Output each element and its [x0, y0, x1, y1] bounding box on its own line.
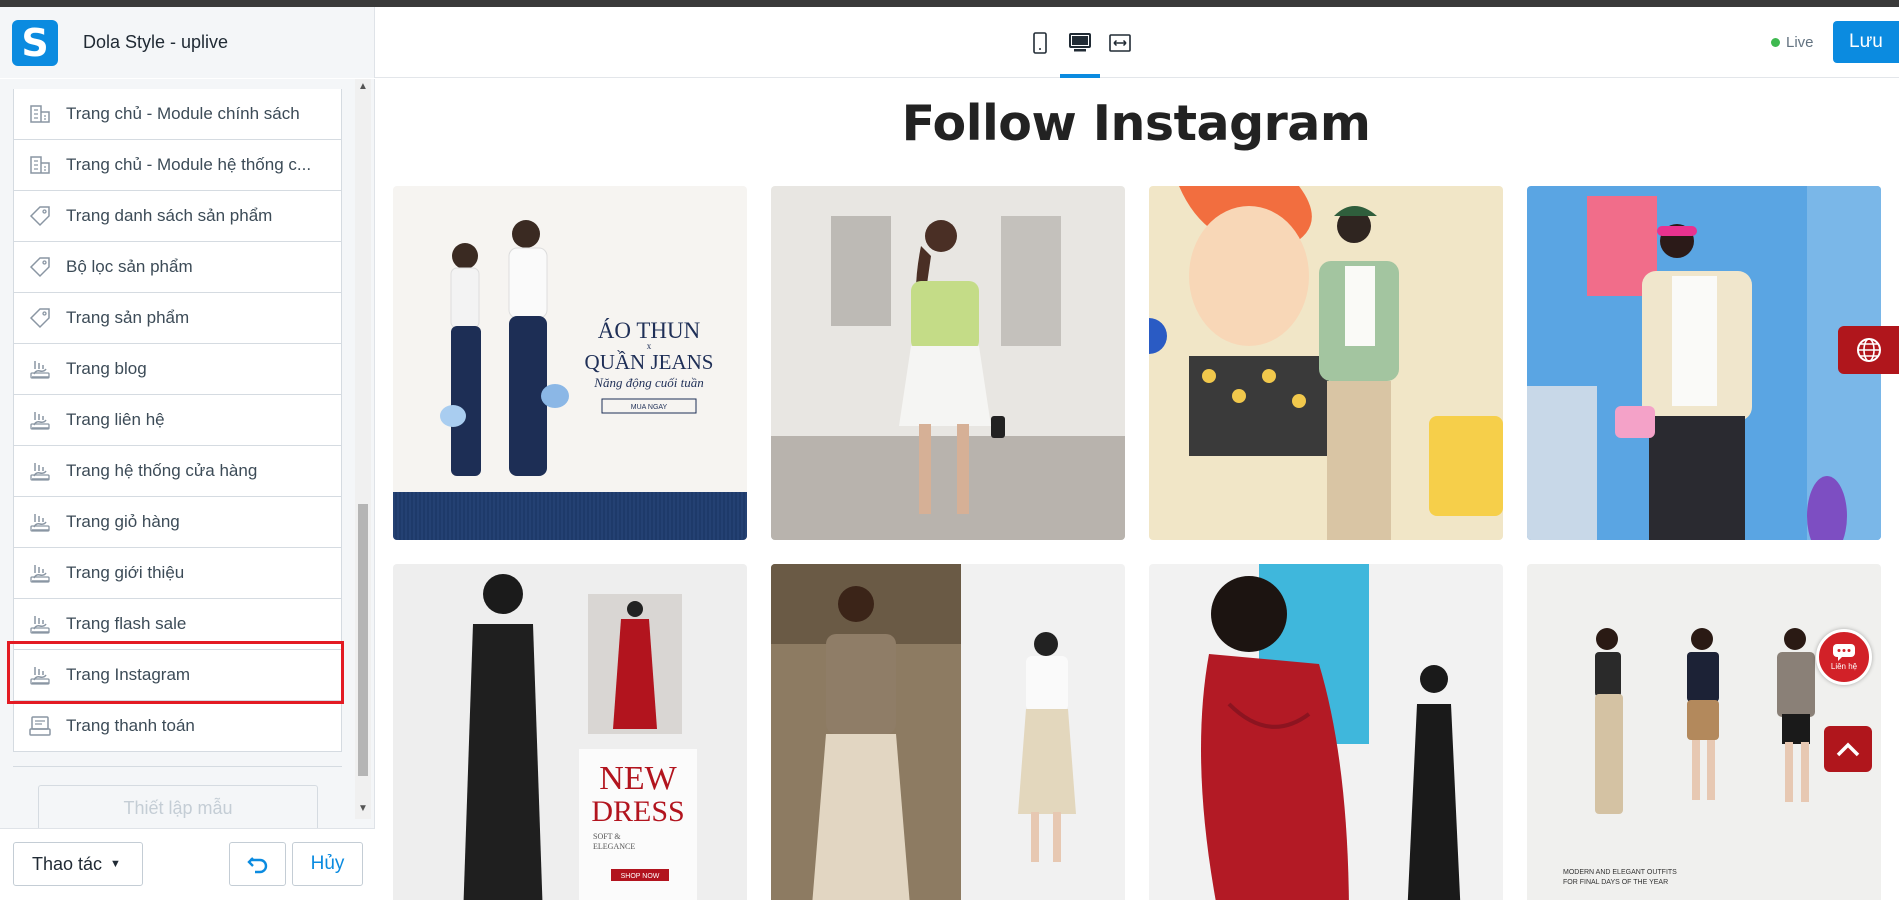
sidebar-item-1[interactable]: Trang chủ - Module chính sách [13, 89, 342, 140]
sidebar-item-10[interactable]: Trang giới thiệu [13, 548, 342, 599]
template-setup-button[interactable]: Thiết lập mẫu [38, 785, 318, 831]
instagram-image-4 [1527, 186, 1881, 540]
scroll-up-arrow-icon[interactable]: ▲ [355, 81, 371, 95]
instagram-post-4[interactable] [1527, 186, 1881, 540]
caret-down-icon: ▼ [110, 858, 121, 870]
app-logo[interactable]: S [12, 19, 58, 66]
banner-cta: MUA NGAY [631, 404, 668, 411]
save-button[interactable]: Lưu [1833, 21, 1899, 63]
sidebar-item-8[interactable]: Trang hệ thống cửa hàng [13, 446, 342, 497]
section-title: Follow Instagram [901, 95, 1371, 152]
fullwidth-view-button[interactable] [1100, 7, 1140, 78]
globe-icon [1856, 338, 1881, 362]
banner-line4: Năng động cuối tuần [593, 375, 703, 390]
contact-label: Liên hệ [1830, 662, 1858, 671]
sidebar-item-label: Trang chủ - Module chính sách [66, 104, 300, 123]
sidebar-item-7[interactable]: Trang liên hệ [13, 395, 342, 446]
undo-button[interactable] [229, 842, 286, 886]
chevron-up-icon [1836, 742, 1860, 757]
store-icon [28, 102, 52, 126]
back-to-top-button[interactable] [1824, 726, 1872, 772]
sidebar-item-4[interactable]: Bộ lọc sản phẩm [13, 242, 342, 293]
sidebar-item-2[interactable]: Trang chủ - Module hệ thống c... [13, 140, 342, 191]
sidebar-item-label: Trang giới thiệu [66, 563, 185, 582]
sidebar-item-label: Trang hệ thống cửa hàng [66, 461, 258, 480]
device-toggle [1020, 7, 1140, 78]
dress-line1: NEW [599, 760, 677, 797]
instagram-post-1[interactable]: ÁO THUN x QUẦN JEANS Năng động cuối tuần… [393, 186, 747, 540]
sidebar-item-label: Trang danh sách sản phẩm [66, 206, 273, 225]
page-icon [28, 612, 52, 636]
desktop-view-button[interactable] [1060, 7, 1100, 78]
outfit-caption-line1: MODERN AND ELEGANT OUTFITS [1563, 869, 1677, 876]
tag-icon [28, 306, 52, 330]
cancel-button[interactable]: Hủy [292, 842, 363, 886]
instagram-post-3[interactable] [1149, 186, 1503, 540]
selection-highlight [7, 641, 344, 704]
instagram-image-5: NEW DRESS SOFT & ELEGANCE SHOP NOW [393, 564, 747, 900]
mobile-view-button[interactable] [1020, 7, 1060, 78]
desktop-icon [1069, 32, 1091, 51]
actions-dropdown[interactable]: Thao tác ▼ [13, 842, 143, 886]
sidebar-item-5[interactable]: Trang sản phẩm [13, 293, 342, 344]
tag-icon [28, 204, 52, 228]
theme-preview: Follow Instagram ÁO THUN x QUẦN JEANS Nă… [376, 79, 1899, 900]
brand-area: S Dola Style - uplive [0, 7, 375, 78]
dress-line4: ELEGANCE [593, 842, 635, 851]
sidebar-item-label: Trang liên hệ [66, 410, 165, 429]
store-name: Dola Style - uplive [83, 32, 229, 52]
live-status: Live [1771, 34, 1814, 51]
instagram-image-7 [1149, 564, 1503, 900]
instagram-image-2 [771, 186, 1125, 540]
sidebar-item-3[interactable]: Trang danh sách sản phẩm [13, 191, 342, 242]
sidebar-item-label: Trang giỏ hàng [66, 512, 180, 531]
page-icon [28, 408, 52, 432]
sidebar-item-label: Trang chủ - Module hệ thống c... [66, 155, 312, 174]
divider [13, 766, 342, 767]
sidebar-item-6[interactable]: Trang blog [13, 344, 342, 395]
sidebar-item-label: Trang blog [66, 359, 147, 378]
contact-button[interactable]: Liên hệ [1816, 629, 1872, 685]
sidebar-item-label: Trang sản phẩm [66, 308, 190, 327]
sidebar-item-label: Bộ lọc sản phẩm [66, 257, 193, 276]
banner-line3: QUẦN JEANS [585, 350, 714, 374]
page-icon [28, 459, 52, 483]
checkout-icon [28, 714, 52, 738]
page-icon [28, 357, 52, 381]
instagram-image-3 [1149, 186, 1503, 540]
header: S Dola Style - uplive Live Lưu [0, 7, 1899, 78]
store-icon [28, 153, 52, 177]
sidebar-item-13[interactable]: Trang thanh toán [13, 701, 342, 752]
mobile-icon [1033, 31, 1047, 54]
page-icon [28, 510, 52, 534]
fullwidth-icon [1109, 33, 1131, 52]
scroll-thumb[interactable] [358, 504, 368, 776]
sidebar-item-9[interactable]: Trang giỏ hàng [13, 497, 342, 548]
dress-line2: DRESS [591, 795, 684, 828]
sidebar-item-label: Trang flash sale [66, 614, 187, 633]
language-button[interactable] [1838, 326, 1899, 374]
banner-line1: ÁO THUN [598, 318, 701, 343]
scroll-down-arrow-icon[interactable]: ▼ [355, 803, 371, 817]
instagram-image-6 [771, 564, 1125, 900]
instagram-post-6[interactable] [771, 564, 1125, 900]
sidebar-scrollbar[interactable]: ▲ ▼ [355, 79, 371, 819]
chat-icon [1833, 644, 1855, 661]
tag-icon [28, 255, 52, 279]
top-strip [0, 0, 1899, 7]
sidebar-footer: Thao tác ▼ Hủy [0, 828, 375, 900]
instagram-post-2[interactable] [771, 186, 1125, 540]
instagram-post-5[interactable]: NEW DRESS SOFT & ELEGANCE SHOP NOW [393, 564, 747, 900]
instagram-post-7[interactable] [1149, 564, 1503, 900]
live-dot-icon [1771, 38, 1780, 47]
outfit-caption-line2: FOR FINAL DAYS OF THE YEAR [1563, 879, 1668, 886]
dress-line3: SOFT & [593, 832, 621, 841]
sidebar-item-label: Trang thanh toán [66, 716, 195, 735]
dress-cta: SHOP NOW [621, 873, 660, 880]
instagram-image-1: ÁO THUN x QUẦN JEANS Năng động cuối tuần… [393, 186, 747, 540]
sidebar: Trang chủ - Module chính sách Trang chủ -… [0, 79, 375, 900]
undo-icon [246, 857, 267, 874]
page-icon [28, 561, 52, 585]
